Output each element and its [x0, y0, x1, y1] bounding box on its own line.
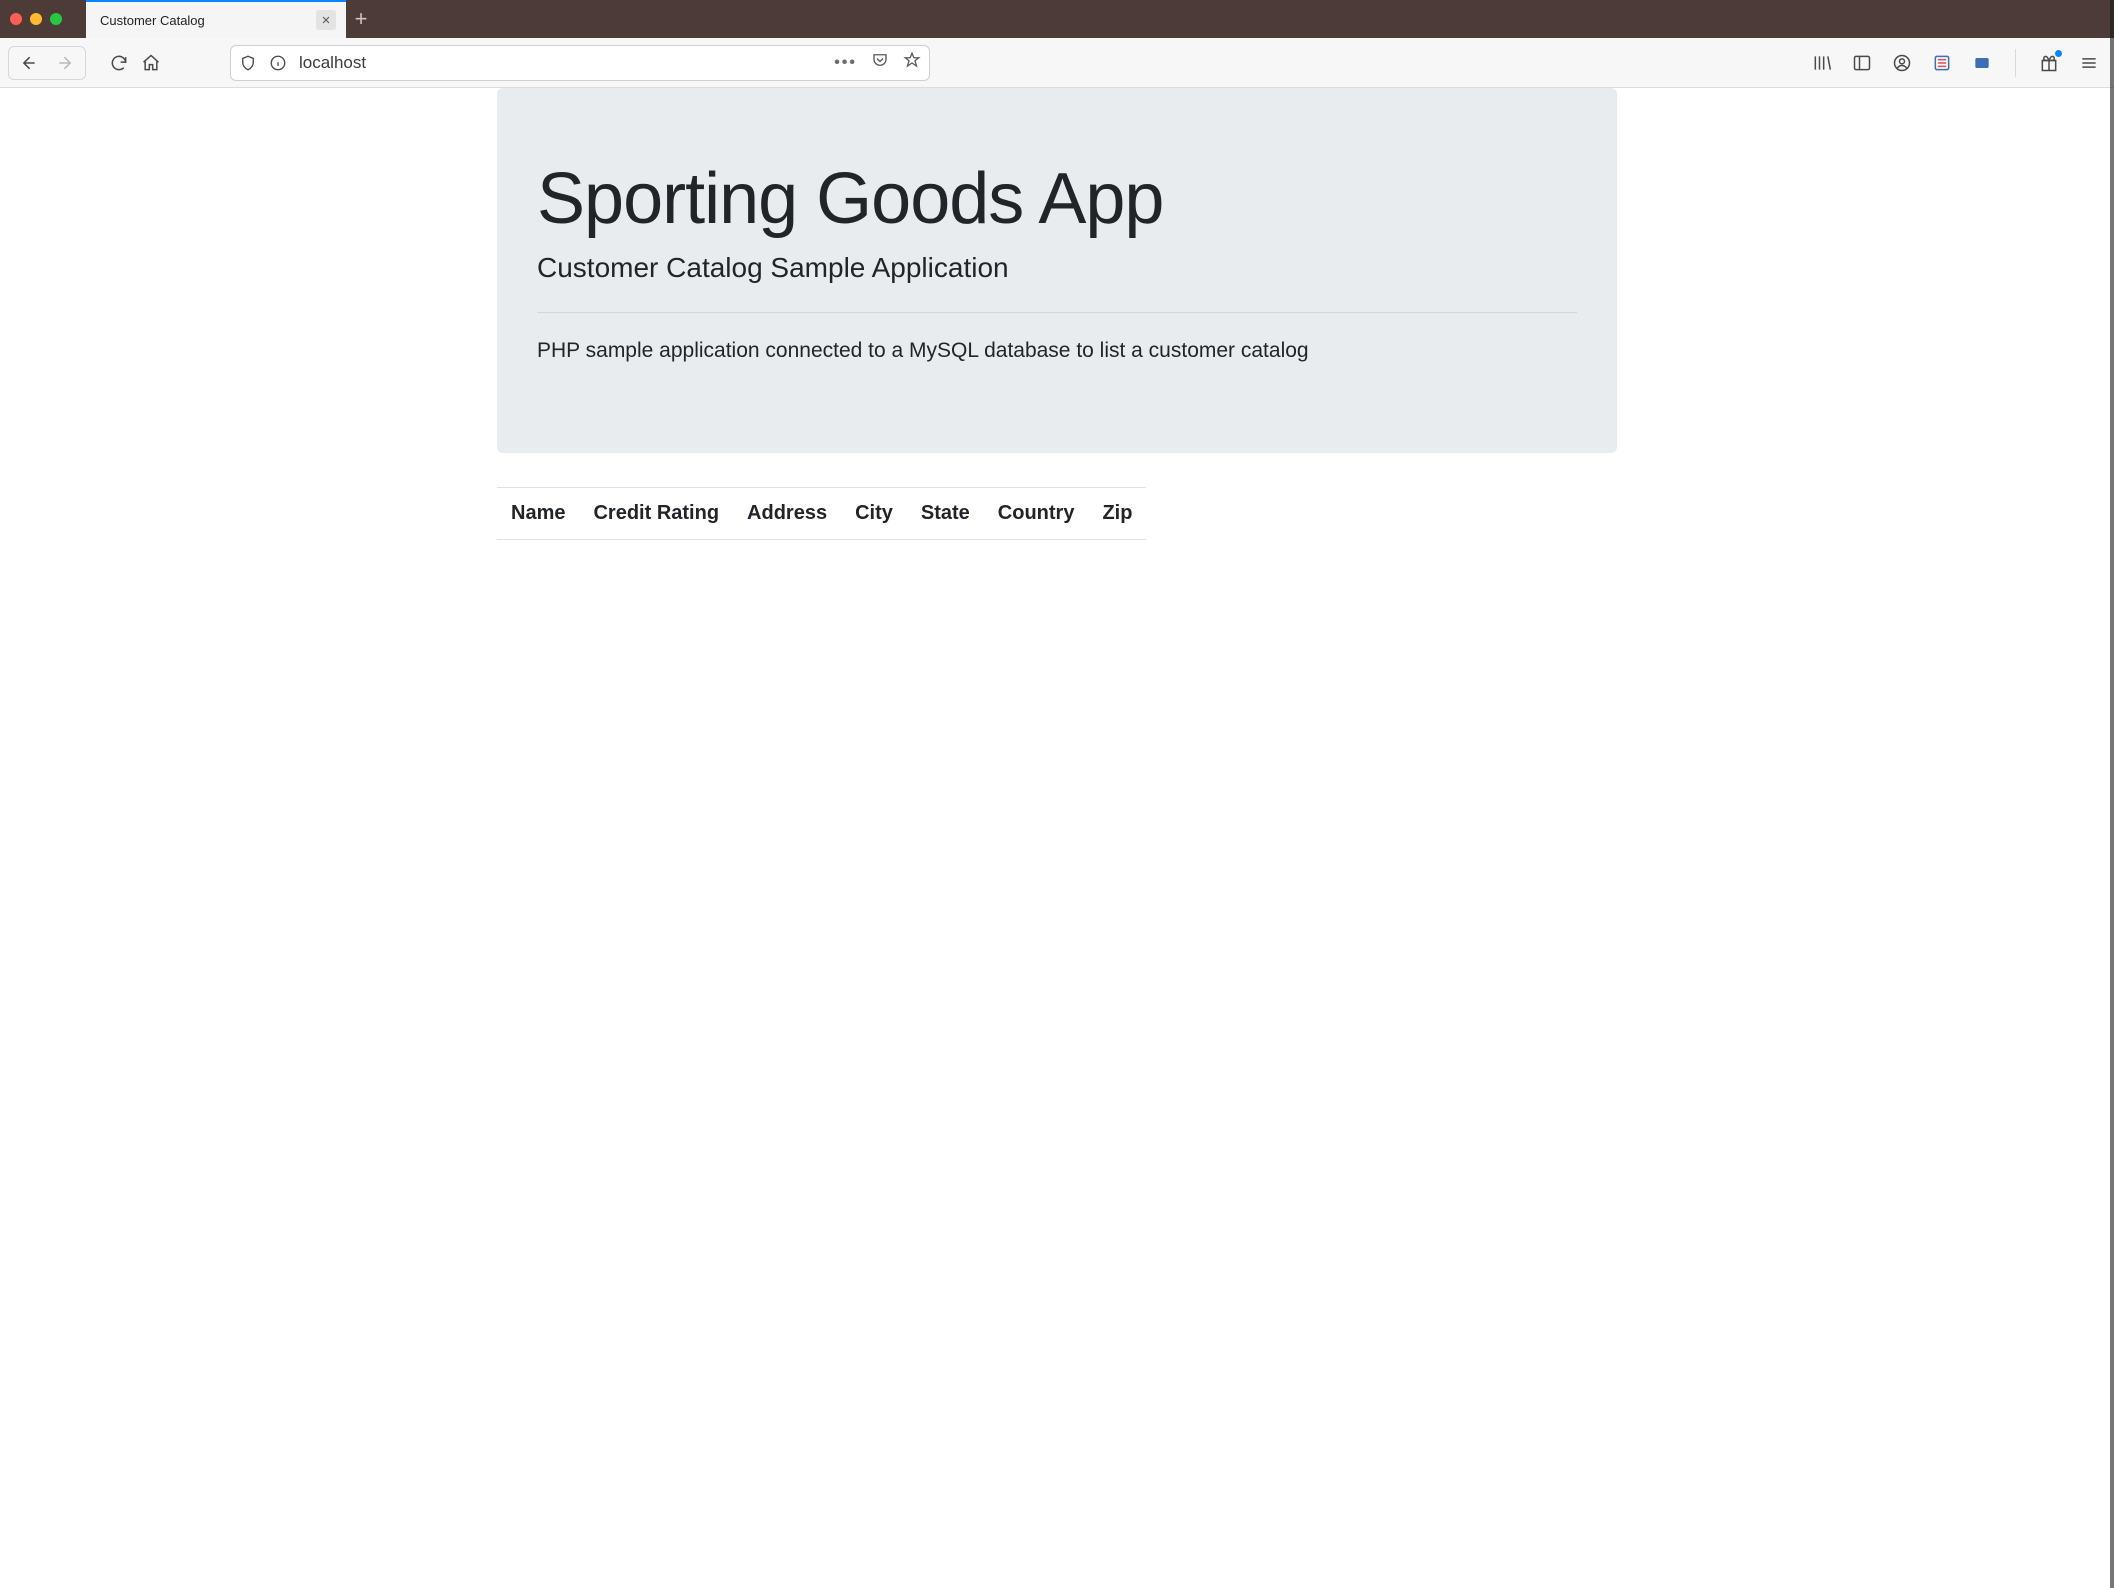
home-button[interactable]: [138, 50, 164, 76]
tab-close-button[interactable]: [316, 10, 336, 30]
page-viewport[interactable]: Sporting Goods App Customer Catalog Samp…: [0, 88, 2114, 1588]
forward-button[interactable]: [53, 50, 79, 76]
tracking-protection-icon[interactable]: [239, 50, 257, 76]
urlbar-actions: •••: [834, 51, 921, 74]
extension-icon-2[interactable]: [1971, 52, 1993, 74]
library-icon[interactable]: [1811, 52, 1833, 74]
url-input[interactable]: [299, 53, 822, 73]
page-actions-button[interactable]: •••: [834, 54, 857, 72]
extension-icon-1[interactable]: [1931, 52, 1953, 74]
back-button[interactable]: [15, 50, 41, 76]
pocket-icon[interactable]: [871, 51, 889, 74]
window-minimize-button[interactable]: [30, 13, 42, 25]
nav-back-forward-group: [8, 46, 86, 80]
tab-title: Customer Catalog: [100, 13, 304, 28]
window-close-button[interactable]: [10, 13, 22, 25]
page-subtitle: Customer Catalog Sample Application: [537, 252, 1577, 284]
toolbar-right-group: [1811, 49, 2106, 77]
customer-table: Name Credit Rating Address City State Co…: [497, 487, 1146, 540]
browser-tabstrip: Customer Catalog +: [0, 0, 2114, 38]
col-address: Address: [733, 488, 841, 540]
table-header-row: Name Credit Rating Address City State Co…: [497, 488, 1146, 540]
jumbotron-divider: [537, 312, 1577, 313]
whats-new-icon[interactable]: [2038, 52, 2060, 74]
account-icon[interactable]: [1891, 52, 1913, 74]
address-bar[interactable]: •••: [230, 45, 930, 81]
window-right-edge: [2110, 0, 2114, 1588]
toolbar-separator: [2015, 49, 2016, 77]
browser-tab-active[interactable]: Customer Catalog: [86, 0, 346, 38]
jumbotron: Sporting Goods App Customer Catalog Samp…: [497, 88, 1617, 453]
window-controls: [10, 0, 86, 38]
sidebar-icon[interactable]: [1851, 52, 1873, 74]
reload-button[interactable]: [106, 50, 132, 76]
col-zip: Zip: [1088, 488, 1146, 540]
page-description: PHP sample application connected to a My…: [537, 339, 1577, 363]
new-tab-button[interactable]: +: [346, 0, 376, 38]
col-city: City: [841, 488, 907, 540]
bookmark-star-icon[interactable]: [903, 51, 921, 74]
col-state: State: [907, 488, 984, 540]
page-title: Sporting Goods App: [537, 158, 1577, 240]
app-menu-icon[interactable]: [2078, 52, 2100, 74]
page-content: Sporting Goods App Customer Catalog Samp…: [497, 88, 1617, 540]
browser-toolbar: •••: [0, 38, 2114, 88]
site-info-icon[interactable]: [269, 50, 287, 76]
col-country: Country: [984, 488, 1089, 540]
col-name: Name: [497, 488, 579, 540]
window-zoom-button[interactable]: [50, 13, 62, 25]
col-credit-rating: Credit Rating: [579, 488, 733, 540]
